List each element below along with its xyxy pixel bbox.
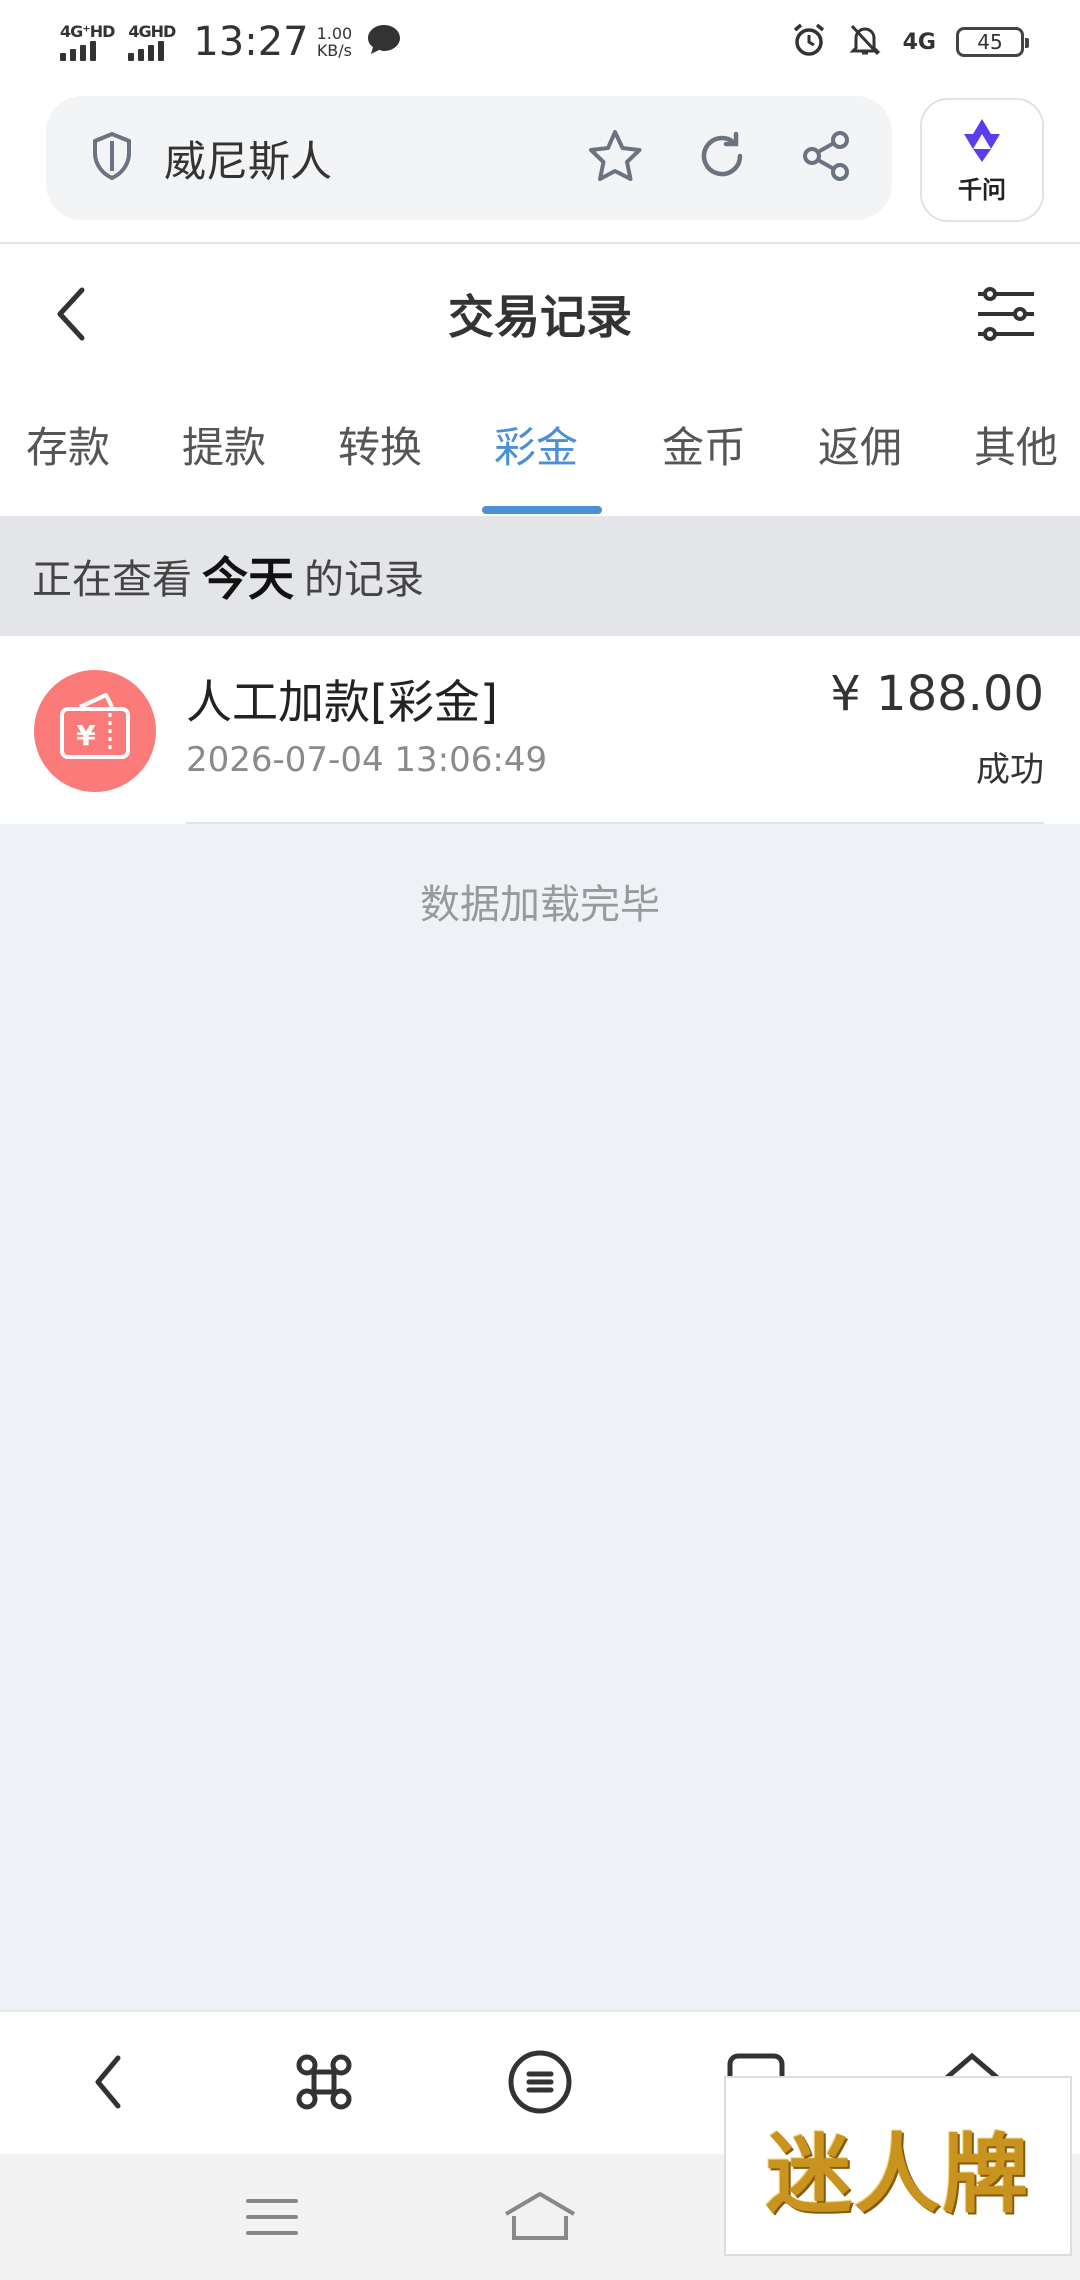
- refresh-icon[interactable]: [696, 130, 748, 186]
- battery-indicator: 45: [956, 27, 1029, 57]
- page-title: 交易记录: [448, 290, 632, 344]
- record-divider: [186, 822, 1044, 824]
- sim1-signal: 4G⁺HD: [60, 22, 115, 61]
- ticket-yuan-icon: ¥: [34, 670, 156, 792]
- tab-coins[interactable]: 金币: [662, 414, 746, 475]
- qwen-label: 千问: [958, 175, 1006, 204]
- record-amount: ¥ 188.00: [830, 666, 1044, 722]
- nav-home-button[interactable]: [500, 2182, 580, 2252]
- toolbar-back-button[interactable]: [68, 2042, 148, 2122]
- network-speed: 1.00 KB/s: [317, 25, 353, 59]
- filter-button[interactable]: [972, 280, 1040, 348]
- list-item[interactable]: ¥ 人工加款[彩金] 2026-07-04 13:06:49 ¥ 188.00 …: [0, 636, 1080, 824]
- load-complete-text: 数据加载完毕: [420, 882, 660, 928]
- url-text[interactable]: 威尼斯人: [164, 128, 586, 189]
- back-icon: [57, 287, 85, 341]
- toolbar-menu-button[interactable]: [500, 2042, 580, 2122]
- alarm-icon: [791, 22, 827, 62]
- page-header: 交易记录: [0, 244, 1080, 384]
- sim1-label: 4G⁺HD: [60, 22, 115, 41]
- address-bar[interactable]: 威尼斯人: [46, 96, 892, 220]
- sim2-signal: 4GHD: [128, 22, 176, 61]
- active-tab-indicator: [482, 506, 602, 514]
- tab-other[interactable]: 其他: [974, 414, 1058, 475]
- watermark: 迷人牌: [724, 2076, 1072, 2256]
- filter-sliders-icon: [978, 287, 1034, 341]
- nav-menu-icon: [246, 2199, 298, 2235]
- date-filter-prefix: 正在查看: [32, 557, 192, 603]
- tab-withdraw[interactable]: 提款: [182, 414, 266, 475]
- date-filter-range[interactable]: 今天: [202, 543, 294, 609]
- tab-rebate[interactable]: 返佣: [818, 414, 902, 475]
- category-tabs: 存款 提款 转换 彩金 金币 返佣 其他: [0, 384, 1080, 516]
- nav-home-icon: [504, 2192, 576, 2240]
- record-status: 成功: [976, 750, 1044, 790]
- speed-unit: KB/s: [316, 41, 353, 60]
- qwen-logo-icon: [955, 116, 1009, 168]
- watermark-text: 迷人牌: [766, 2123, 1030, 2225]
- tab-bonus[interactable]: 彩金: [494, 414, 578, 475]
- date-filter-suffix: 的记录: [304, 557, 424, 603]
- battery-level: 45: [977, 30, 1003, 54]
- back-button[interactable]: [40, 282, 104, 346]
- nav-menu-button[interactable]: [232, 2182, 312, 2252]
- speed-value: 1.00: [316, 24, 353, 43]
- network-type: 4G: [902, 29, 936, 55]
- chat-bubble-icon: [366, 23, 402, 61]
- star-icon[interactable]: [586, 128, 644, 188]
- shield-icon[interactable]: [90, 131, 134, 185]
- record-title: 人工加款[彩金]: [186, 675, 498, 729]
- status-bar: 4G⁺HD 4GHD 13:27 1.00 KB/s 4G 45: [0, 0, 1080, 84]
- address-bar-actions: [586, 128, 852, 188]
- tab-deposit[interactable]: 存款: [26, 414, 110, 475]
- status-time: 13:27: [193, 19, 309, 65]
- tab-transfer[interactable]: 转换: [338, 414, 422, 475]
- sim2-label: 4GHD: [128, 22, 176, 41]
- toolbar-command-button[interactable]: [284, 2042, 364, 2122]
- bell-off-icon: [847, 22, 883, 62]
- signal-bars-icon: [128, 41, 165, 61]
- svg-text:¥: ¥: [76, 719, 96, 752]
- back-arrow-icon: [95, 2055, 121, 2109]
- menu-icon: [508, 2050, 572, 2114]
- qwen-assistant-button[interactable]: 千问: [920, 98, 1044, 222]
- command-icon: [296, 2054, 352, 2110]
- browser-bar: 威尼斯人 千问: [0, 84, 1080, 244]
- record-time: 2026-07-04 13:06:49: [186, 740, 548, 780]
- signal-bars-icon: [60, 41, 96, 61]
- share-icon[interactable]: [800, 130, 852, 186]
- date-filter-bar[interactable]: 正在查看 今天 的记录: [0, 516, 1080, 636]
